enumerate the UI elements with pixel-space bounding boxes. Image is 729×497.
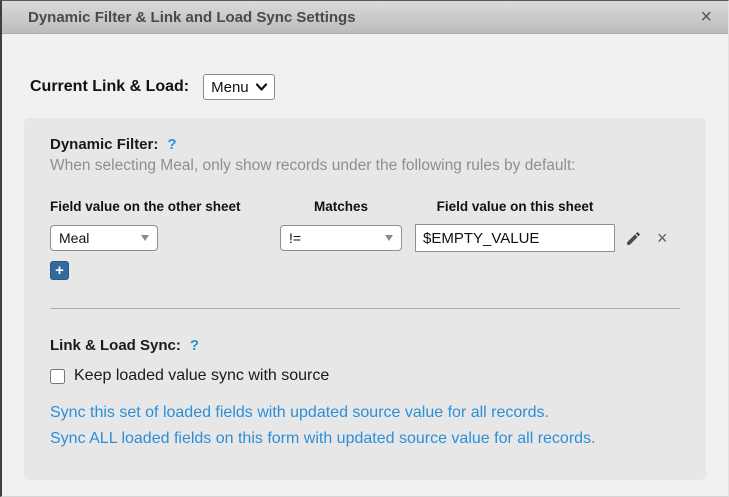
dialog-body: Current Link & Load: Menu Dynamic Filter… bbox=[2, 74, 728, 480]
sync-set-link[interactable]: Sync this set of loaded fields with upda… bbox=[50, 400, 680, 426]
dynamic-filter-help-icon[interactable]: ? bbox=[167, 136, 176, 153]
dynamic-filter-section-heading: Dynamic Filter: ? bbox=[50, 136, 680, 153]
dialog-titlebar: Dynamic Filter & Link and Load Sync Sett… bbox=[2, 1, 728, 34]
close-icon[interactable]: × bbox=[698, 7, 714, 27]
dialog-title: Dynamic Filter & Link and Load Sync Sett… bbox=[28, 9, 698, 26]
field-other-sheet-dropdown[interactable]: Meal bbox=[50, 225, 158, 251]
chevron-down-icon bbox=[256, 83, 267, 91]
matches-operator-dropdown[interactable]: != bbox=[280, 225, 402, 251]
keep-sync-checkbox[interactable] bbox=[50, 369, 65, 384]
current-link-load-row: Current Link & Load: Menu bbox=[24, 74, 706, 100]
dropdown-arrow-icon bbox=[141, 235, 149, 241]
dropdown-arrow-icon bbox=[385, 235, 393, 241]
section-divider bbox=[50, 308, 680, 309]
dynamic-filter-heading: Dynamic Filter: bbox=[50, 136, 158, 153]
current-link-load-label: Current Link & Load: bbox=[30, 78, 189, 96]
sync-all-link[interactable]: Sync ALL loaded fields on this form with… bbox=[50, 426, 680, 452]
current-link-load-select[interactable]: Menu bbox=[203, 74, 275, 100]
edit-pencil-icon[interactable] bbox=[625, 230, 642, 247]
current-link-load-value: Menu bbox=[211, 79, 249, 96]
dynamic-filter-description: When selecting Meal, only show records u… bbox=[50, 157, 680, 175]
dynamic-filter-settings-dialog: Dynamic Filter & Link and Load Sync Sett… bbox=[0, 0, 729, 497]
column-header-other-sheet: Field value on the other sheet bbox=[50, 199, 280, 214]
link-load-sync-section-heading: Link & Load Sync: ? bbox=[50, 337, 680, 354]
column-header-matches: Matches bbox=[280, 199, 402, 214]
link-load-sync-heading: Link & Load Sync: bbox=[50, 337, 181, 354]
keep-sync-checkbox-label: Keep loaded value sync with source bbox=[74, 367, 329, 385]
settings-panel: Dynamic Filter: ? When selecting Meal, o… bbox=[24, 118, 706, 480]
field-value-input[interactable] bbox=[415, 224, 615, 252]
column-header-this-sheet: Field value on this sheet bbox=[415, 199, 615, 214]
delete-rule-icon[interactable]: × bbox=[657, 229, 668, 247]
add-rule-button[interactable]: + bbox=[50, 261, 69, 280]
link-load-sync-help-icon[interactable]: ? bbox=[190, 337, 199, 354]
field-other-sheet-value: Meal bbox=[59, 230, 89, 246]
matches-operator-value: != bbox=[289, 230, 301, 246]
filter-rule-row: Meal != × bbox=[50, 224, 680, 252]
rule-column-headers: Field value on the other sheet Matches F… bbox=[50, 199, 680, 214]
keep-sync-checkbox-row: Keep loaded value sync with source bbox=[50, 367, 680, 385]
sync-links: Sync this set of loaded fields with upda… bbox=[50, 400, 680, 452]
